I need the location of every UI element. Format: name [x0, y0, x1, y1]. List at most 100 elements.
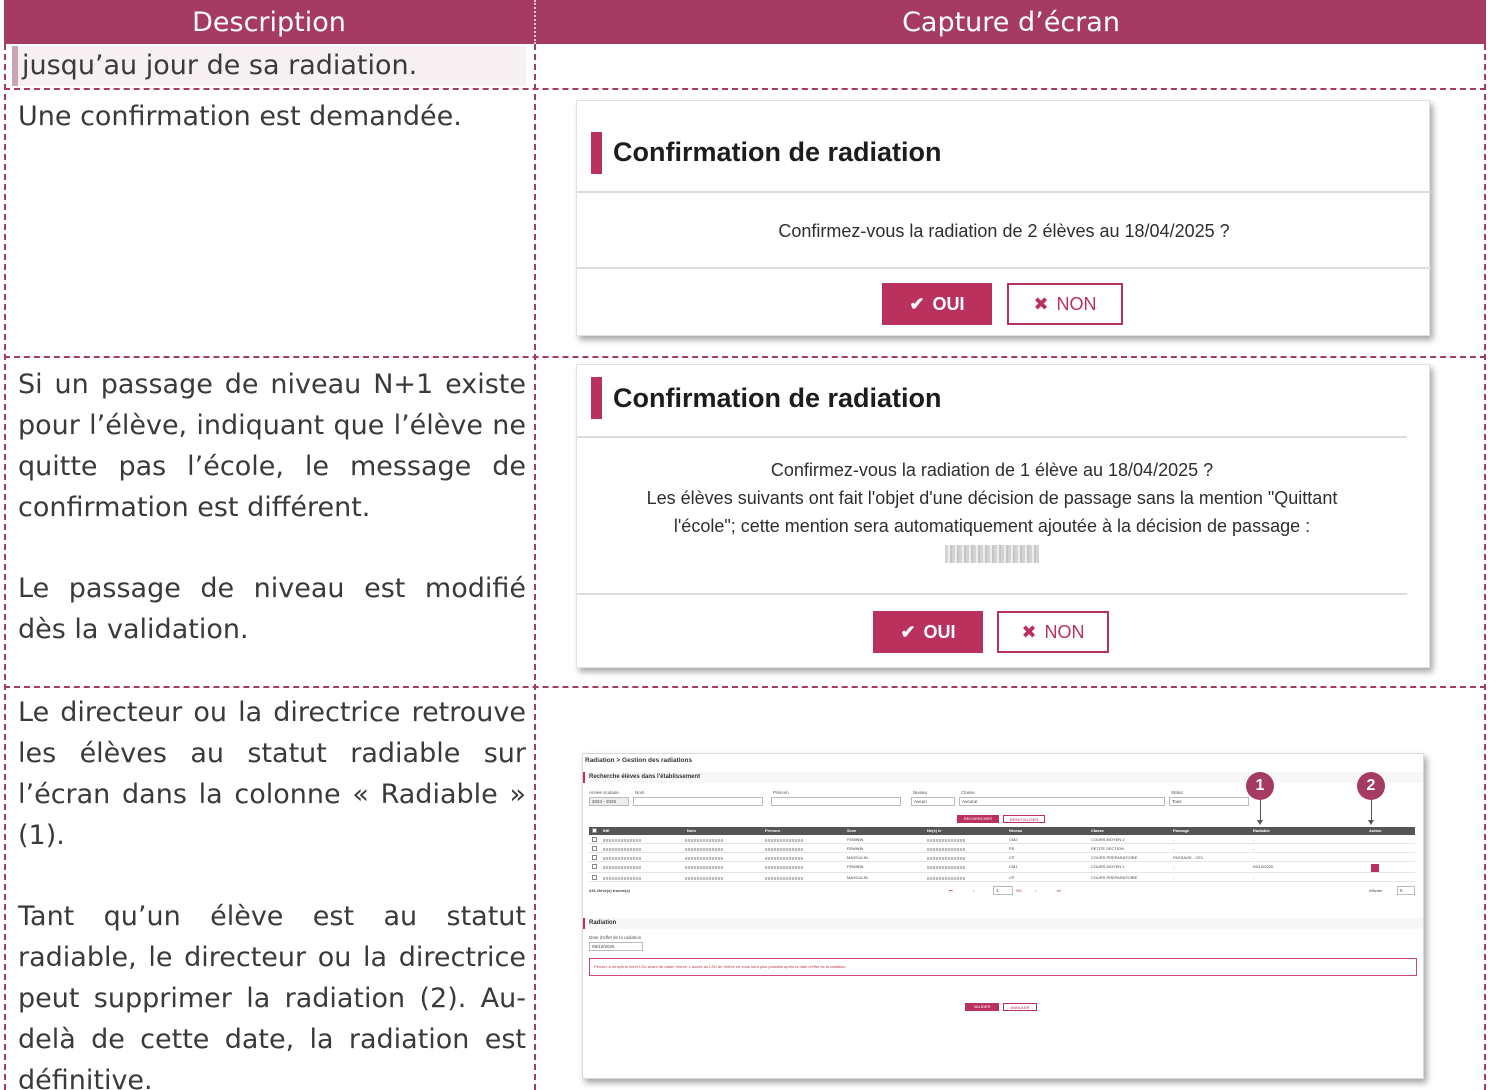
col-nom[interactable]: Nom — [687, 827, 696, 835]
cell-sexe: MASCULIN — [847, 855, 868, 860]
cell-passage: - — [1173, 846, 1175, 851]
date-effet-label: Date d'effet de la radiation — [589, 935, 642, 940]
redacted-ine — [603, 839, 641, 842]
cell-sexe: FEMININ — [847, 837, 864, 842]
nom-input[interactable] — [633, 797, 763, 806]
cell-classe: PETITE SECTION — [1091, 846, 1124, 851]
cell-radiable: 09/10/2025 — [1253, 864, 1274, 869]
non-label: NON — [1056, 293, 1097, 314]
delete-radiation-button[interactable] — [1371, 864, 1379, 872]
cell-radiable: - — [1253, 875, 1255, 880]
next-page-icon[interactable]: › — [1035, 887, 1036, 895]
page-size-select[interactable]: 5 — [1397, 886, 1415, 895]
prenom-input[interactable] — [771, 797, 901, 806]
dialog-line-2: Les élèves suivants ont fait l'objet d'u… — [646, 488, 1338, 508]
row2-description: Si un passage de niveau N+1 existe pour … — [18, 369, 526, 523]
nom-label: Nom — [635, 790, 645, 795]
valider-button[interactable]: VALIDER — [965, 1003, 999, 1011]
oui-button[interactable]: ✔ OUI — [882, 283, 992, 325]
annuler-button[interactable]: ANNULER — [1003, 1003, 1037, 1011]
redacted-nom — [685, 848, 723, 851]
redacted-date — [927, 866, 965, 869]
select-all-checkbox[interactable] — [592, 828, 597, 833]
cell-sexe: FEMININ — [847, 846, 864, 851]
callout-1-arrow — [1260, 800, 1261, 820]
dialog-message: Confirmez-vous la radiation de 2 élèves … — [778, 221, 1230, 241]
row-checkbox[interactable] — [592, 837, 597, 842]
close-icon: ✖ — [1021, 621, 1037, 642]
breadcrumb: Radiation > Gestion des radiations — [585, 757, 693, 764]
row-divider — [4, 356, 1486, 358]
row-divider — [4, 686, 1486, 688]
redacted-prenom — [765, 839, 803, 842]
column-divider — [534, 44, 536, 1090]
dialog-title: Confirmation de radiation — [613, 383, 942, 413]
col-action: Action — [1369, 828, 1382, 833]
confirmation-dialog-1: Confirmation de radiation Confirmez-vous… — [576, 100, 1431, 336]
cell-classe: COURS PREPARATOIRE — [1091, 875, 1138, 880]
last-page-icon[interactable]: ⏭ — [1057, 887, 1061, 895]
non-label: NON — [1044, 621, 1085, 642]
separator — [577, 267, 1431, 269]
col-nele: Né(e) le — [927, 828, 942, 833]
search-section-title: Recherche élèves dans l'établissement — [583, 772, 1423, 783]
statut-label: Statut — [1171, 790, 1183, 795]
col-radiable: Radiable — [1253, 828, 1270, 833]
redacted-nom — [685, 866, 723, 869]
niveau-select[interactable]: Aucun — [911, 797, 955, 806]
cell-classe: COURS PREPARATOIRE — [1091, 855, 1138, 860]
table-row: MASCULIN CP COURS PREPARATOIRE - - — [589, 874, 1415, 882]
first-page-icon[interactable]: ⏮ — [949, 887, 953, 895]
cell-niveau: PS — [1009, 846, 1015, 851]
cell-classe: COURS MOYEN 1 — [1091, 864, 1125, 869]
redacted-ine — [603, 848, 641, 851]
right-border — [1484, 44, 1486, 1090]
separator — [577, 436, 1407, 438]
row3-note: Tant qu’un élève est au statut radiable,… — [18, 901, 526, 1090]
confirmation-dialog-2: Confirmation de radiation Confirmez-vous… — [576, 364, 1430, 668]
dialog-line-1: Confirmez-vous la radiation de 1 élève a… — [770, 460, 1214, 480]
redacted-nom — [685, 877, 723, 880]
redacted-nom — [685, 857, 723, 860]
cell-niveau: CM1 — [1009, 864, 1018, 869]
separator — [577, 593, 1407, 595]
non-button[interactable]: ✖ NON — [1007, 283, 1123, 325]
redacted-date — [927, 877, 965, 880]
prev-page-icon[interactable]: ‹ — [973, 887, 974, 895]
cell-radiable: - — [1253, 855, 1255, 860]
cell-passage: - — [1173, 864, 1175, 869]
reinitialiser-button[interactable]: RÉINITIALISER — [1003, 815, 1045, 823]
redacted-ine — [603, 866, 641, 869]
redacted-prenom — [765, 866, 803, 869]
oui-button[interactable]: ✔ OUI — [873, 611, 983, 653]
classe-select[interactable]: Aucune — [959, 797, 1165, 806]
redacted-date — [927, 839, 965, 842]
page-select[interactable]: 1 — [993, 886, 1013, 895]
annee-label: Année scolaire — [589, 790, 619, 795]
rechercher-button[interactable]: RECHERCHER — [957, 815, 999, 823]
col-passage: Passage — [1173, 828, 1190, 833]
separator — [577, 191, 1431, 193]
row-checkbox[interactable] — [592, 875, 597, 880]
statut-select[interactable]: Tous — [1169, 797, 1249, 806]
redacted-student-names — [945, 545, 1039, 563]
annee-select[interactable]: 2024 - 2025 — [589, 797, 629, 806]
non-button[interactable]: ✖ NON — [997, 611, 1109, 653]
niveau-label: Niveau — [913, 790, 928, 795]
cell-classe: COURS MOYEN 2 — [1091, 837, 1125, 842]
callout-1-arrowhead — [1257, 820, 1263, 825]
lsu-warning: Pensez à remplir le livret LSU avant de … — [589, 958, 1417, 976]
cell-sexe: MASCULIN — [847, 875, 868, 880]
title-accent — [591, 132, 602, 174]
row-checkbox[interactable] — [592, 864, 597, 869]
check-icon: ✔ — [909, 293, 925, 314]
redacted-ine — [603, 877, 641, 880]
date-effet-input[interactable]: 09/10/2025 — [589, 942, 643, 951]
row1-description: Une confirmation est demandée. — [18, 101, 462, 132]
row-checkbox[interactable] — [592, 855, 597, 860]
row-checkbox[interactable] — [592, 846, 597, 851]
title-accent — [591, 377, 602, 419]
oui-label: OUI — [923, 621, 956, 642]
oui-label: OUI — [932, 293, 965, 314]
cell-sexe: FEMININ — [847, 864, 864, 869]
